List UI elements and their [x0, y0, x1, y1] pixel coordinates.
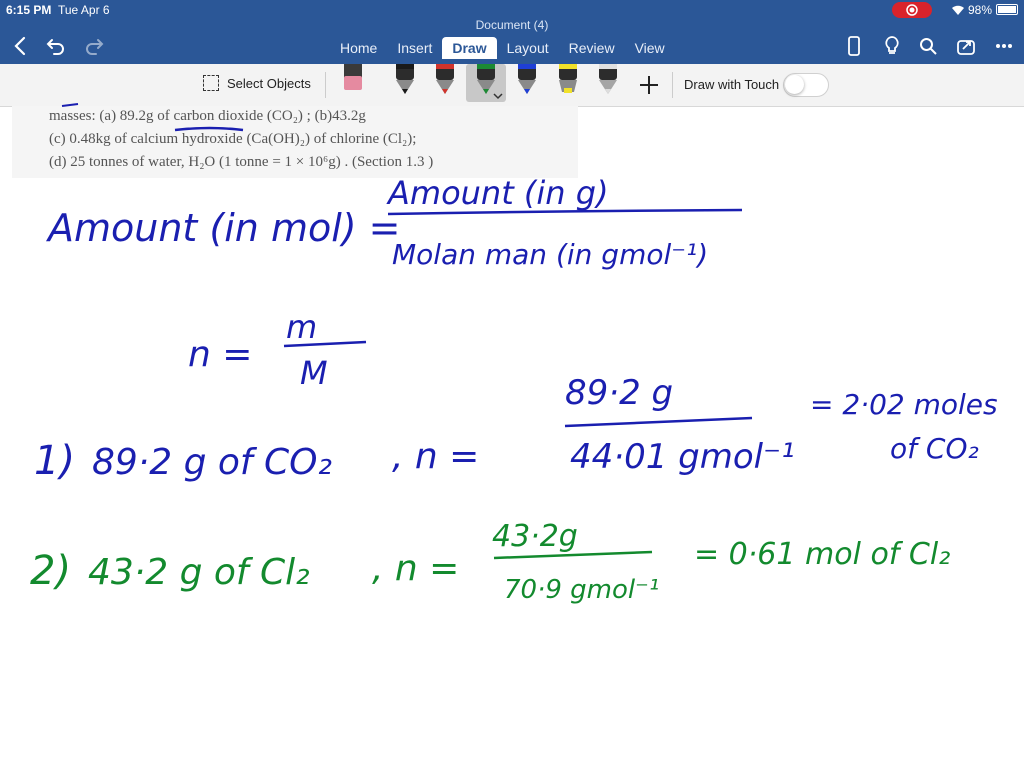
document-title[interactable]: Document (4) [0, 18, 1024, 32]
q2-label: 2) [30, 548, 71, 594]
n-lhs: n = [188, 334, 252, 375]
formula-numerator: Amount (in g) [386, 174, 609, 212]
phone-icon[interactable] [840, 34, 868, 58]
select-objects-label: Select Objects [227, 75, 311, 91]
tab-draw[interactable]: Draw [442, 37, 497, 59]
status-time: 6:15 PM [6, 3, 52, 17]
q1-fraction-bar [564, 416, 753, 428]
more-icon[interactable] [990, 34, 1018, 58]
q1-n: , n = [392, 436, 479, 477]
tab-layout[interactable]: Layout [497, 37, 559, 59]
n-numerator: m [286, 308, 317, 346]
q2-numerator: 43·2g [492, 519, 578, 554]
ink-canvas[interactable]: Amount (in mol) = Amount (in g) Molan ma… [0, 106, 1024, 768]
battery-icon [996, 4, 1018, 15]
share-icon[interactable] [952, 34, 980, 58]
battery-percent: 98% [968, 3, 993, 17]
q2-n: , n = [372, 548, 459, 589]
formula-lhs: Amount (in mol) = [45, 206, 401, 250]
toolbar-divider [672, 72, 673, 98]
draw-with-touch-toggle[interactable] [783, 73, 829, 97]
tab-home[interactable]: Home [330, 37, 387, 59]
ribbon-tabs: Home Insert Draw Layout Review View [330, 37, 675, 59]
redo-icon[interactable] [80, 34, 108, 58]
q1-result-unit: of CO₂ [890, 432, 979, 465]
q1-denominator: 44·01 gmol⁻¹ [570, 437, 795, 477]
q2-given: 43·2 g of Cl₂ [88, 552, 310, 593]
app-header: 6:15 PM Tue Apr 6 98% Document (4) Home … [0, 0, 1024, 64]
q1-given: 89·2 g of CO₂ [92, 442, 332, 483]
status-date: Tue Apr 6 [58, 3, 110, 17]
back-icon[interactable] [6, 34, 34, 58]
lightbulb-icon[interactable] [878, 34, 906, 58]
formula-denominator: Molan man (in gmol⁻¹) [392, 238, 708, 271]
undo-icon[interactable] [42, 34, 70, 58]
q1-label: 1) [34, 438, 75, 484]
draw-with-touch-label: Draw with Touch [684, 77, 780, 92]
search-icon[interactable] [914, 34, 942, 58]
n-denominator: M [300, 354, 328, 392]
q1-numerator: 89·2 g [565, 373, 673, 413]
chevron-down-icon[interactable] [493, 92, 503, 100]
tab-review[interactable]: Review [559, 37, 625, 59]
select-box-icon [203, 75, 219, 91]
tab-insert[interactable]: Insert [387, 37, 442, 59]
record-icon [892, 2, 932, 18]
q2-result: = 0·61 mol of Cl₂ [694, 537, 950, 572]
select-objects-button[interactable]: Select Objects [203, 75, 311, 91]
q1-result: = 2·02 moles [810, 388, 998, 421]
add-pen-icon[interactable] [638, 74, 660, 96]
toolbar-divider [325, 72, 326, 98]
q2-denominator: 70·9 gmol⁻¹ [504, 575, 659, 605]
tab-view[interactable]: View [625, 37, 675, 59]
